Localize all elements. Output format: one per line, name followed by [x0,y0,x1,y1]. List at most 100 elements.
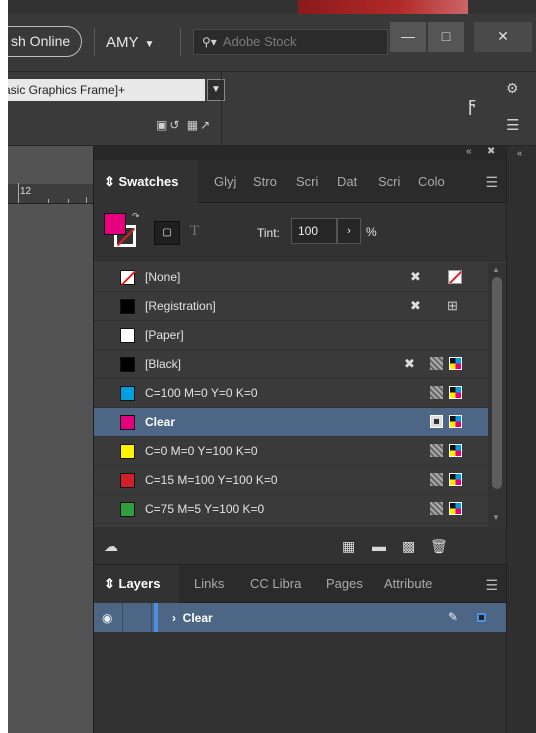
cmyk-icon [449,502,462,515]
swatch-chip [120,299,135,314]
collapse-icon[interactable]: « [466,146,472,157]
selection-indicator[interactable] [477,613,486,622]
list-item[interactable]: [None] ✖ [94,263,489,292]
scroll-thumb[interactable] [492,277,502,489]
indesign-window: sh Online AMY ▼ ⚲▾ Adobe Stock — □ ✕ asic … [8,0,536,733]
horizontal-ruler: 12 [8,183,93,204]
user-menu[interactable]: AMY ▼ [106,34,154,51]
expand-icon[interactable]: › [172,611,183,625]
cmyk-icon [449,415,462,428]
list-item[interactable]: [Black] ✖ [94,350,489,379]
format-text-button[interactable]: T [190,223,199,240]
eye-icon[interactable]: ◉ [102,611,112,625]
tab-arrows-icon: ⇕ [104,576,119,591]
close-icon[interactable]: ✖ [487,146,495,157]
scroll-down-icon[interactable]: ▼ [492,513,500,522]
scroll-up-icon[interactable]: ▲ [492,265,500,274]
none-swatch-icon [448,270,462,284]
format-container-button[interactable]: ▢ [154,221,180,245]
tab-stroke[interactable]: Stro [253,160,279,203]
fill-swatch[interactable] [104,213,126,235]
document-area[interactable]: 12 [8,146,93,733]
swatch-name: Clear [145,415,176,429]
tab-cc-libraries[interactable]: CC Libra [250,565,310,603]
tab-attributes[interactable]: Attribute [384,565,446,603]
tab-swatches[interactable]: ⇕ Swatches [94,160,198,203]
show-swatch-types-icon[interactable]: ▦ [342,538,355,555]
ruler-label: 12 [20,186,32,197]
process-color-icon [430,357,443,370]
gear-icon[interactable]: ⚙ [506,80,519,97]
swatch-name: C=100 M=0 Y=0 K=0 [145,386,258,400]
object-style-select[interactable]: asic Graphics Frame]+ [8,79,205,101]
swatch-name: C=75 M=5 Y=100 K=0 [145,502,265,516]
tab-color[interactable]: Colo [418,160,448,203]
tab-data-merge[interactable]: Dat [337,160,363,203]
trash-icon[interactable]: 🗑 [430,538,448,555]
chevron-down-icon[interactable]: ▼ [207,79,225,101]
close-button[interactable]: ✕ [474,22,532,52]
tab-layers[interactable]: ⇕ Layers [94,565,179,603]
quick-apply-icon[interactable]: ϝ [468,94,476,117]
minimize-button[interactable]: — [390,22,426,52]
new-swatch-icon[interactable]: ▩ [402,538,415,555]
app-bar: sh Online AMY ▼ ⚲▾ Adobe Stock — □ ✕ [8,14,536,72]
collapsed-panel-dock[interactable]: « [506,146,536,733]
lock-toggle[interactable] [122,603,152,632]
list-item[interactable]: C=0 M=0 Y=100 K=0 [94,437,489,466]
list-item[interactable]: [Paper] [94,321,489,350]
cc-libraries-icon[interactable]: ☁ [104,538,118,555]
layers-tab-bar: ⇕ Layers Links CC Libra Pages Attribute … [94,565,506,603]
tint-input[interactable]: 100 [291,218,337,244]
process-color-icon [430,444,443,457]
tint-slider-button[interactable]: › [337,218,361,244]
swatches-tab-bar: ⇕ Swatches Glyj Stro Scri Dat Scri Colo … [94,160,506,203]
cmyk-icon [449,444,462,457]
cannot-edit-icon: ✖ [410,298,421,313]
menu-icon[interactable]: ☰ [506,116,519,134]
swatch-list: [None] ✖ [Registration] ✖ ⊞ [Paper] [Bla… [94,263,506,527]
adobe-stock-search[interactable]: ⚲▾ Adobe Stock [193,29,388,55]
cmyk-icon [449,473,462,486]
process-color-icon [430,473,443,486]
panel-menu-icon[interactable]: ☰ [485,174,498,191]
tab-scripts[interactable]: Scri [296,160,322,203]
list-item-selected[interactable]: Clear [94,408,489,437]
tab-glyphs[interactable]: Glyj [214,160,242,203]
list-item[interactable]: [Registration] ✖ ⊞ [94,292,489,321]
publish-online-button[interactable]: sh Online [8,26,82,57]
swatch-name: [None] [145,270,181,284]
frame-fitting-icons[interactable]: ▣↺ ▦↗ [156,118,212,132]
process-color-icon [430,502,443,515]
tab-arrows-icon: ⇕ [104,174,119,189]
swap-icon[interactable]: ↷ [132,211,140,222]
tab-links[interactable]: Links [194,565,234,603]
swatches-footer: ☁ ▦ ▬ ▩ 🗑 [94,527,506,565]
tab-pages[interactable]: Pages [326,565,370,603]
spot-color-icon [430,415,443,428]
swatch-controls: ↷ ▢ T Tint: 100 › % [94,203,506,263]
process-color-icon [430,386,443,399]
list-item[interactable]: C=100 M=0 Y=0 K=0 [94,379,489,408]
search-placeholder: Adobe Stock [222,34,297,49]
swatch-chip [120,386,135,401]
swatches-panel: « ✖ ⇕ Swatches Glyj Stro Scri Dat Scri C… [93,146,506,733]
tint-unit: % [366,225,377,239]
layer-row[interactable]: ◉ › Clear ✎ [94,603,506,632]
tab-script-label[interactable]: Scri [378,160,404,203]
divider [221,72,222,146]
collapse-icon[interactable]: « [517,148,522,158]
cannot-edit-icon: ✖ [410,269,421,284]
swatch-name: [Black] [145,357,182,371]
new-color-group-icon[interactable]: ▬ [372,538,386,554]
pen-icon: ✎ [448,610,459,624]
swatch-chip [120,328,135,343]
scrollbar[interactable]: ▲ ▼ [488,263,506,527]
list-item[interactable]: C=75 M=5 Y=100 K=0 [94,495,489,524]
swatch-chip [120,444,135,459]
maximize-button[interactable]: □ [428,22,464,52]
swatch-chip [120,502,135,517]
panel-menu-icon[interactable]: ☰ [485,577,498,594]
cannot-edit-icon: ✖ [404,356,415,371]
list-item[interactable]: C=15 M=100 Y=100 K=0 [94,466,489,495]
